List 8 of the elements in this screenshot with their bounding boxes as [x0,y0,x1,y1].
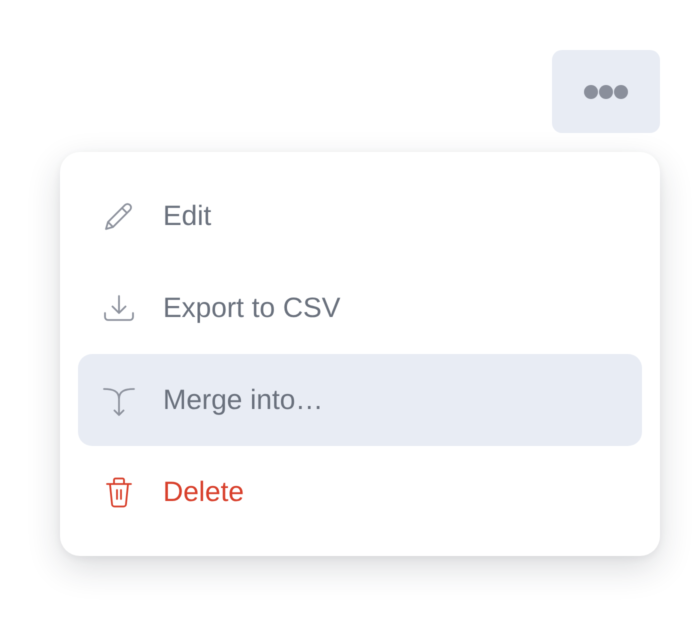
menu-item[interactable]: Merge into… [78,354,642,446]
more-icon [584,84,628,98]
menu-item[interactable]: Delete [78,446,642,538]
more-button[interactable] [552,50,660,133]
trash-icon [104,476,134,508]
menu-item[interactable]: Edit [78,170,642,262]
menu-item[interactable]: Export to CSV [78,262,642,354]
download-icon [102,294,136,322]
